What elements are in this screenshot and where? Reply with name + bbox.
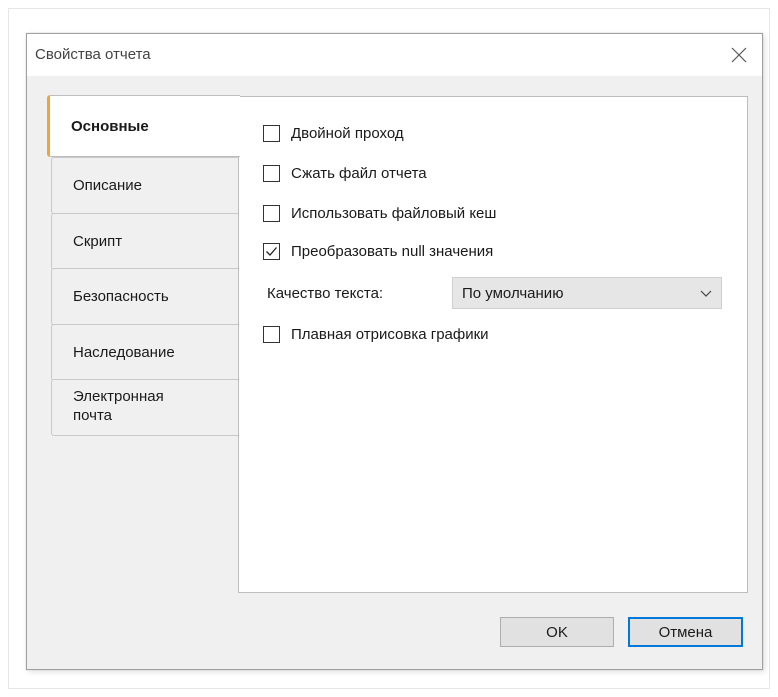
tab-label: Скрипт (73, 233, 123, 250)
tab-description[interactable]: Описание (51, 157, 239, 214)
cancel-button-label: Отмена (658, 623, 713, 641)
file-cache-option[interactable]: Использовать файловый кеш (263, 202, 496, 224)
tab-inheritance[interactable]: Наследование (51, 324, 239, 381)
close-icon (731, 47, 747, 63)
close-button[interactable] (724, 40, 754, 70)
tab-script[interactable]: Скрипт (51, 213, 239, 270)
compress-label: Сжать файл отчета (291, 164, 427, 182)
double-pass-checkbox[interactable] (263, 124, 280, 142)
text-quality-select[interactable]: По умолчанию (452, 277, 722, 309)
tab-label: Электронная почта (73, 388, 164, 424)
smooth-graphics-label: Плавная отрисовка графики (291, 325, 489, 343)
convert-null-checkbox[interactable] (263, 242, 280, 260)
text-quality-label: Качество текста: (267, 285, 384, 302)
convert-null-option[interactable]: Преобразовать null значения (263, 240, 493, 262)
smooth-graphics-option[interactable]: Плавная отрисовка графики (263, 323, 489, 345)
double-pass-label: Двойной проход (291, 124, 404, 142)
convert-null-label: Преобразовать null значения (291, 242, 494, 260)
file-cache-label: Использовать файловый кеш (291, 204, 497, 222)
file-cache-checkbox[interactable] (263, 204, 280, 222)
smooth-graphics-checkbox[interactable] (263, 325, 280, 343)
checkmark-icon (266, 246, 277, 256)
report-properties-dialog: Свойства отчета Основные Описание Скрипт… (26, 33, 763, 670)
text-quality-value: По умолчанию (462, 284, 564, 302)
tab-email[interactable]: Электронная почта (51, 379, 239, 436)
tab-label: Наследование (73, 344, 175, 361)
tab-security[interactable]: Безопасность (51, 268, 239, 325)
dialog-title: Свойства отчета (35, 46, 151, 63)
compress-checkbox[interactable] (263, 164, 280, 182)
general-settings-panel: Двойной проход Сжать файл отчета Использ… (238, 96, 748, 593)
tab-label: Основные (71, 117, 149, 135)
tab-label: Описание (73, 177, 143, 194)
ok-button-label: OK (546, 623, 568, 641)
chevron-down-icon (700, 290, 712, 297)
cancel-button[interactable]: Отмена (628, 617, 743, 647)
double-pass-option[interactable]: Двойной проход (263, 122, 404, 144)
tab-label: Безопасность (73, 288, 169, 305)
ok-button[interactable]: OK (500, 617, 614, 647)
compress-option[interactable]: Сжать файл отчета (263, 162, 427, 184)
tab-general[interactable]: Основные (47, 95, 240, 157)
title-bar: Свойства отчета (27, 34, 762, 76)
